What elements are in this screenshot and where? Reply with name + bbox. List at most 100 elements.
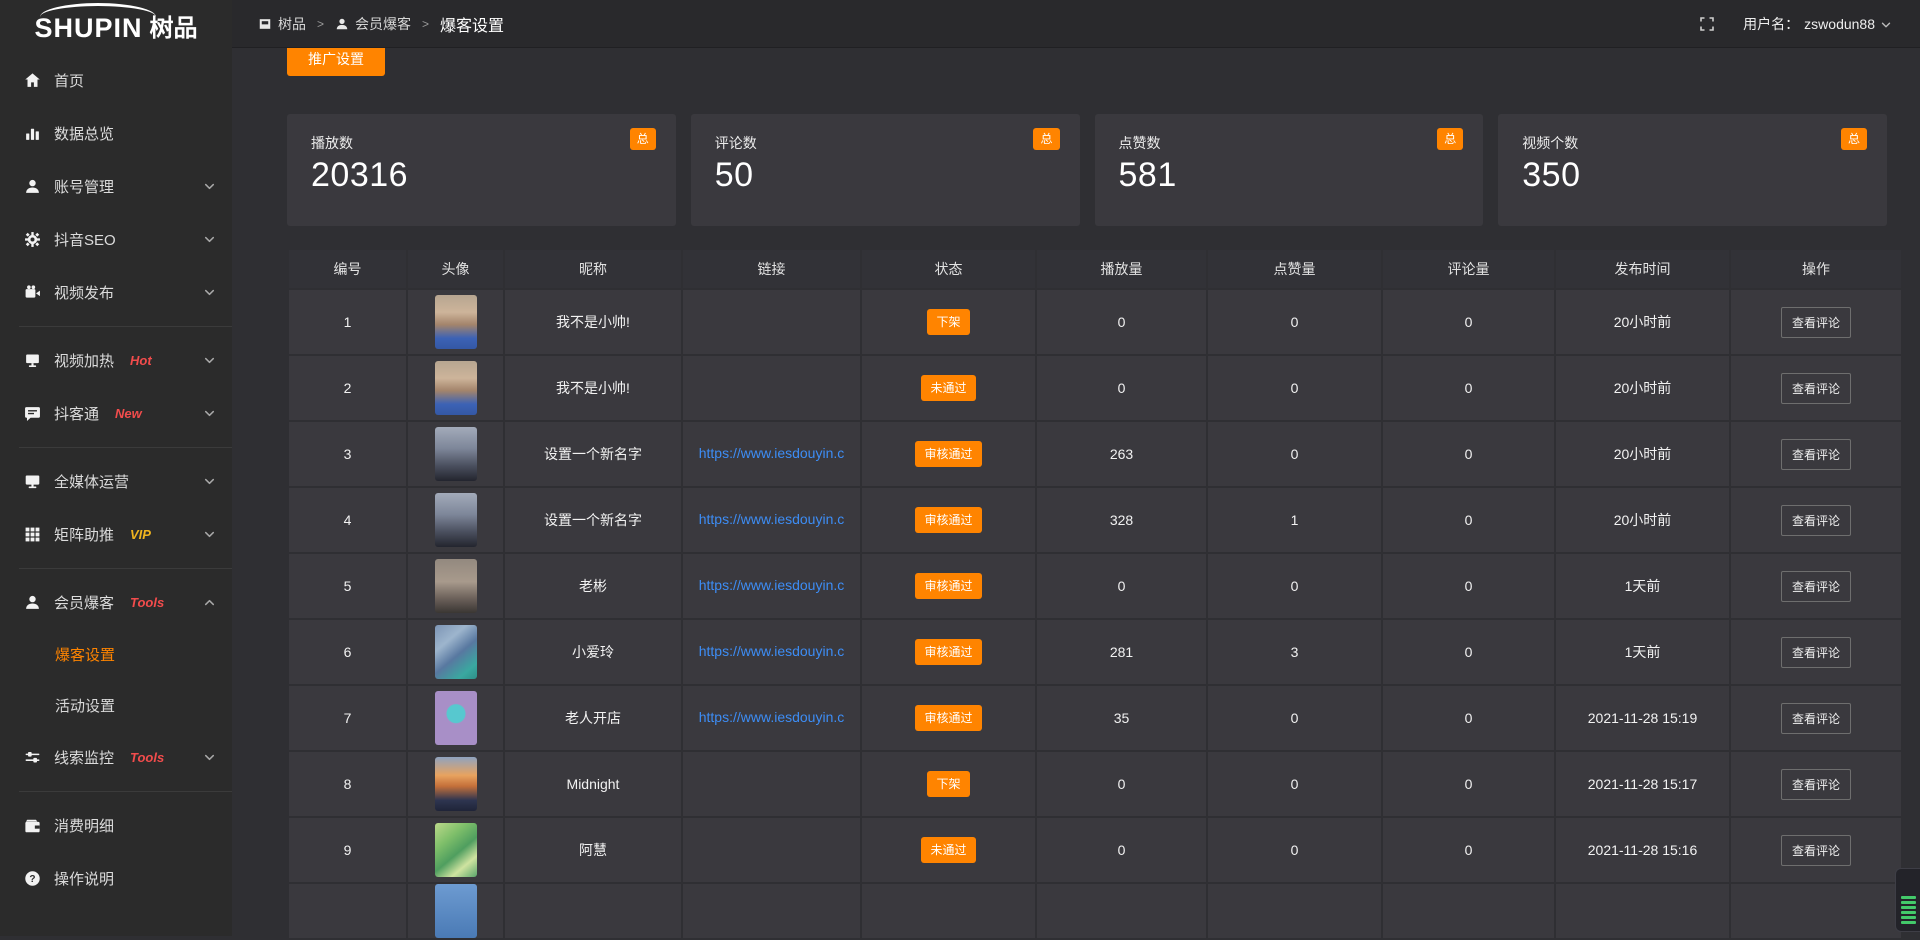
sidebar-item-label: 数据总览 xyxy=(54,123,114,144)
cell-plays: 263 xyxy=(1037,422,1206,486)
chevron-down-icon xyxy=(203,286,216,299)
monitor-icon xyxy=(24,473,41,490)
fullscreen-icon[interactable] xyxy=(1699,16,1715,32)
user-icon xyxy=(24,178,41,195)
sidebar-item-label: 账号管理 xyxy=(54,176,114,197)
avatar xyxy=(435,823,477,877)
table-row xyxy=(289,884,1901,938)
table-header-row: 编号头像昵称链接状态播放量点赞量评论量发布时间操作 xyxy=(289,250,1901,288)
cell-link xyxy=(683,290,860,354)
cell-nickname: 老彬 xyxy=(505,554,681,618)
breadcrumb-separator: > xyxy=(422,17,429,31)
sidebar-item-tag: Tools xyxy=(130,595,164,610)
sidebar-item-matrix-boost[interactable]: 矩阵助推VIP xyxy=(0,508,232,561)
video-icon xyxy=(24,284,41,301)
cell-comments: 0 xyxy=(1383,356,1554,420)
chevron-down-icon xyxy=(203,528,216,541)
sidebar-item-clue-monitor[interactable]: 线索监控Tools xyxy=(0,731,232,784)
cell-avatar xyxy=(408,752,503,816)
help-icon: ? xyxy=(24,870,41,887)
chevron-down-icon xyxy=(203,233,216,246)
column-header: 点赞量 xyxy=(1208,250,1381,288)
sidebar-item-video-publish[interactable]: 视频发布 xyxy=(0,266,232,319)
sidebar-item-media-operation[interactable]: 全媒体运营 xyxy=(0,455,232,508)
cell-number: 4 xyxy=(289,488,406,552)
sidebar-item-consume-detail[interactable]: 消费明细 xyxy=(0,799,232,852)
cell-time: 20小时前 xyxy=(1556,488,1729,552)
user-icon xyxy=(335,17,349,31)
grid-icon xyxy=(24,526,41,543)
avatar xyxy=(435,361,477,415)
view-comments-button[interactable]: 查看评论 xyxy=(1781,373,1851,404)
cell-avatar xyxy=(408,686,503,750)
topbar-logo-area: SHUPIN 树品 xyxy=(0,0,232,48)
breadcrumb: 树品 > 会员爆客 > 爆客设置 xyxy=(258,12,504,36)
cell-likes: 0 xyxy=(1208,554,1381,618)
sidebar-item-douketong[interactable]: 抖客通New xyxy=(0,387,232,440)
status-badge: 审核通过 xyxy=(915,639,981,665)
sidebar-item-douyin-seo[interactable]: 抖音SEO xyxy=(0,213,232,266)
status-badge: 审核通过 xyxy=(915,507,981,533)
view-comments-button[interactable]: 查看评论 xyxy=(1781,505,1851,536)
cell-avatar xyxy=(408,422,503,486)
status-badge: 未通过 xyxy=(921,375,975,401)
cell-time: 20小时前 xyxy=(1556,356,1729,420)
topbar-right: 用户名： zswodun88 xyxy=(1699,14,1920,34)
sidebar-divider xyxy=(19,791,232,792)
stat-card-value: 20316 xyxy=(311,156,652,195)
cell-plays: 0 xyxy=(1037,752,1206,816)
video-link[interactable]: https://www.iesdouyin.c xyxy=(699,709,845,725)
logo-text-en: SHUPIN xyxy=(34,15,142,42)
video-link[interactable]: https://www.iesdouyin.c xyxy=(699,643,845,659)
avatar xyxy=(435,625,477,679)
cell-action xyxy=(1731,884,1901,938)
chevron-down-icon xyxy=(203,475,216,488)
sidebar-item-data-overview[interactable]: 数据总览 xyxy=(0,107,232,160)
logo[interactable]: SHUPIN 树品 xyxy=(34,6,197,42)
cell-nickname: 阿慧 xyxy=(505,818,681,882)
view-comments-button[interactable]: 查看评论 xyxy=(1781,835,1851,866)
breadcrumb-item-shupin[interactable]: 树品 xyxy=(258,14,306,34)
breadcrumb-item-member[interactable]: 会员爆客 xyxy=(335,14,411,34)
cell-avatar xyxy=(408,884,503,938)
column-header: 头像 xyxy=(408,250,503,288)
cell-status: 审核通过 xyxy=(862,422,1035,486)
sidebar-subitem-baoke-settings[interactable]: 爆客设置 xyxy=(0,629,232,680)
chart-icon xyxy=(24,125,41,142)
cell-comments: 0 xyxy=(1383,620,1554,684)
cell-nickname: 设置一个新名字 xyxy=(505,422,681,486)
logo-arc-decoration xyxy=(40,3,156,17)
video-link[interactable]: https://www.iesdouyin.c xyxy=(699,577,845,593)
cell-comments: 0 xyxy=(1383,554,1554,618)
sidebar-item-member-baoke[interactable]: 会员爆客Tools xyxy=(0,576,232,629)
cell-plays: 281 xyxy=(1037,620,1206,684)
widget-bar xyxy=(1901,896,1916,899)
cell-status: 审核通过 xyxy=(862,554,1035,618)
sidebar-item-home[interactable]: 首页 xyxy=(0,54,232,107)
cell-link: https://www.iesdouyin.c xyxy=(683,422,860,486)
cell-number: 7 xyxy=(289,686,406,750)
sidebar-item-operation-guide[interactable]: ? 操作说明 xyxy=(0,852,232,905)
stat-card-label: 播放数 xyxy=(311,133,652,153)
cell-link: https://www.iesdouyin.c xyxy=(683,686,860,750)
view-comments-button[interactable]: 查看评论 xyxy=(1781,439,1851,470)
view-comments-button[interactable]: 查看评论 xyxy=(1781,307,1851,338)
sidebar-item-account-manage[interactable]: 账号管理 xyxy=(0,160,232,213)
stat-card-0: 播放数总20316 xyxy=(287,114,676,226)
sidebar-item-video-heat[interactable]: 视频加热Hot xyxy=(0,334,232,387)
video-link[interactable]: https://www.iesdouyin.c xyxy=(699,511,845,527)
username-label: 用户名： xyxy=(1743,14,1799,34)
view-comments-button[interactable]: 查看评论 xyxy=(1781,769,1851,800)
sidebar-subitem-activity-settings[interactable]: 活动设置 xyxy=(0,680,232,731)
floating-widget[interactable] xyxy=(1895,868,1920,932)
sidebar-item-label: 抖音SEO xyxy=(54,229,116,250)
user-menu[interactable]: 用户名： zswodun88 xyxy=(1743,14,1892,34)
video-link[interactable]: https://www.iesdouyin.c xyxy=(699,445,845,461)
cell-status: 下架 xyxy=(862,752,1035,816)
view-comments-button[interactable]: 查看评论 xyxy=(1781,637,1851,668)
view-comments-button[interactable]: 查看评论 xyxy=(1781,571,1851,602)
cell-likes: 0 xyxy=(1208,752,1381,816)
sidebar-item-label: 操作说明 xyxy=(54,868,114,889)
view-comments-button[interactable]: 查看评论 xyxy=(1781,703,1851,734)
home-icon xyxy=(24,72,41,89)
